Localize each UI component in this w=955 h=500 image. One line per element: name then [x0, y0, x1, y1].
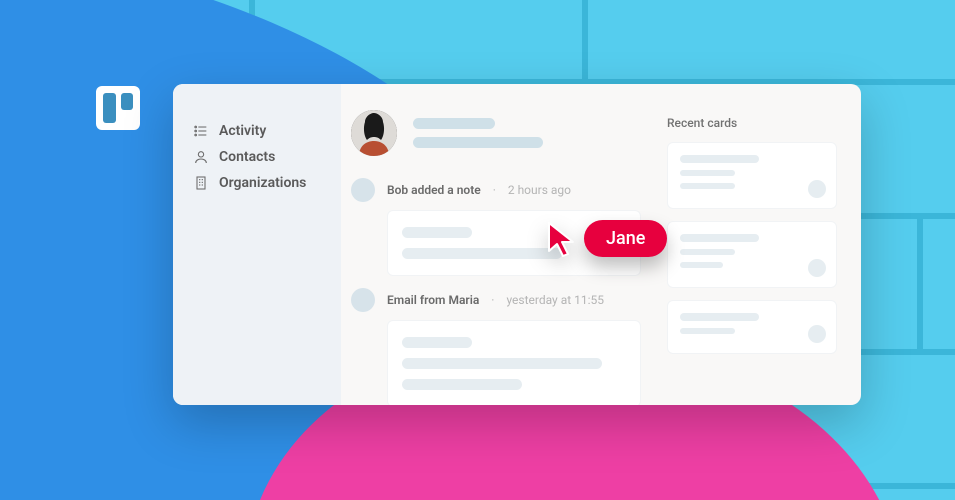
placeholder-line — [413, 137, 543, 148]
person-icon — [193, 149, 209, 165]
entry-title: Bob added a note — [387, 183, 481, 197]
card-avatar-placeholder — [808, 325, 826, 343]
placeholder-line — [402, 248, 562, 259]
recent-card[interactable] — [667, 300, 837, 354]
entry-avatar-placeholder — [351, 178, 375, 202]
activity-feed: Bob added a note · 2 hours ago Email fro… — [351, 110, 641, 405]
card-avatar-placeholder — [808, 180, 826, 198]
recent-card[interactable] — [667, 221, 837, 288]
card-avatar-placeholder — [808, 259, 826, 277]
feed-entry: Email from Maria · yesterday at 11:55 — [351, 288, 641, 405]
entry-time: 2 hours ago — [508, 183, 571, 197]
recent-cards-panel: Recent cards — [667, 116, 837, 366]
entry-avatar-placeholder — [351, 288, 375, 312]
recent-card[interactable] — [667, 142, 837, 209]
sidebar-item-label: Activity — [219, 123, 266, 139]
entry-time: yesterday at 11:55 — [506, 293, 604, 307]
placeholder-line — [402, 227, 472, 238]
sidebar-item-label: Organizations — [219, 175, 306, 191]
entry-note[interactable] — [387, 320, 641, 405]
cursor-name-badge: Jane — [584, 220, 667, 257]
building-icon — [193, 175, 209, 191]
avatar — [351, 110, 397, 156]
placeholder-line — [402, 358, 602, 369]
sidebar: Activity Contacts Organizations — [173, 84, 341, 405]
app-window: Activity Contacts Organizations — [173, 84, 861, 405]
placeholder-line — [402, 337, 472, 348]
placeholder-line — [402, 379, 522, 390]
sidebar-item-organizations[interactable]: Organizations — [173, 170, 341, 196]
recent-cards-title: Recent cards — [667, 116, 837, 130]
profile-header — [351, 110, 641, 156]
sidebar-item-label: Contacts — [219, 149, 275, 165]
sidebar-item-contacts[interactable]: Contacts — [173, 144, 341, 170]
list-icon — [193, 123, 209, 139]
entry-title: Email from Maria — [387, 293, 479, 307]
sidebar-item-activity[interactable]: Activity — [173, 118, 341, 144]
trello-logo-icon — [96, 86, 140, 130]
placeholder-line — [413, 118, 495, 129]
